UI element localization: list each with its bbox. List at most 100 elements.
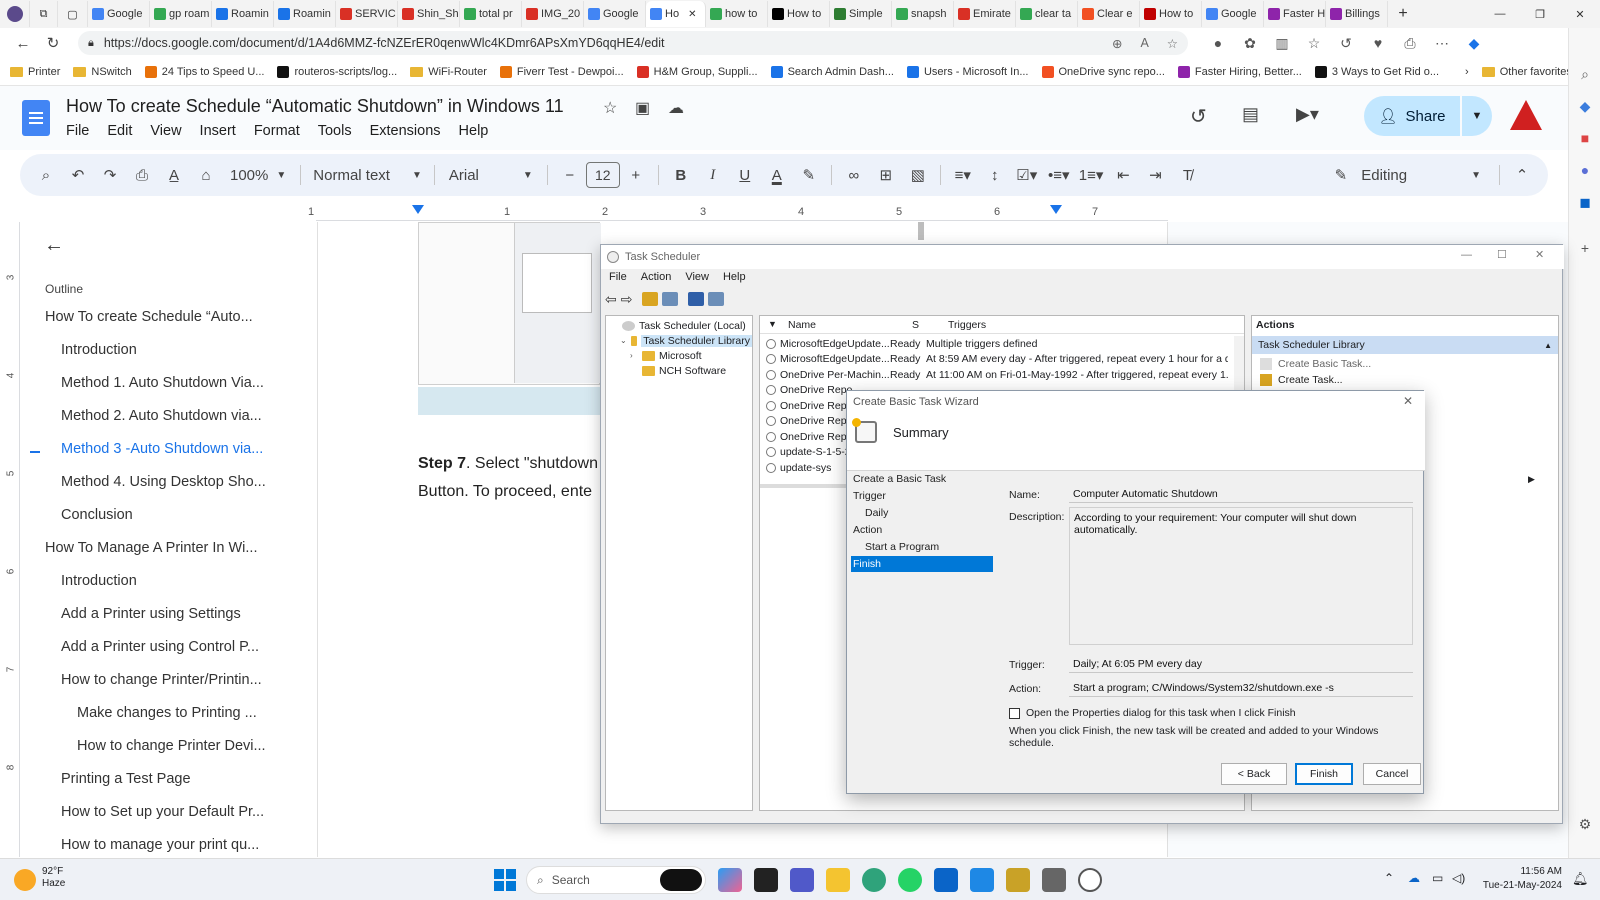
left-indent-marker[interactable] <box>412 205 424 214</box>
bookmark-item[interactable]: H&M Group, Suppli... <box>636 65 758 78</box>
document-title[interactable]: How To create Schedule “Automatic Shutdo… <box>66 96 564 117</box>
history-icon[interactable]: ↺ <box>1330 35 1362 52</box>
name-field[interactable]: Computer Automatic Shutdown <box>1069 485 1413 503</box>
task-row[interactable]: MicrosoftEdgeUpdate... Ready At 8:59 AM ev… <box>766 352 1228 367</box>
remote-desktop-icon[interactable] <box>970 868 994 892</box>
start-icon[interactable] <box>494 869 516 891</box>
outline-item[interactable]: How to change Printer/Printin... <box>61 672 262 688</box>
menu-format[interactable]: Format <box>254 123 300 139</box>
undo-icon[interactable]: ↶ <box>62 159 94 191</box>
folder-up-icon[interactable] <box>642 292 659 306</box>
browser-tab[interactable]: IMG_20 <box>522 1 584 27</box>
file-explorer-icon[interactable] <box>826 868 850 892</box>
expanded-arrow-icon[interactable]: ⌄ <box>620 336 627 345</box>
tag-icon[interactable]: ◆ <box>1569 90 1600 122</box>
browser-essentials-icon[interactable]: ♥ <box>1362 35 1394 51</box>
extensions-puzzle-icon[interactable]: ✿ <box>1234 35 1266 52</box>
task-view-icon[interactable] <box>754 868 778 892</box>
outline-item[interactable]: Method 4. Using Desktop Sho... <box>61 474 266 490</box>
paint-format-icon[interactable]: ⌂ <box>190 159 222 191</box>
read-aloud-icon[interactable]: A <box>1140 36 1148 50</box>
browser-tab[interactable]: Roamin <box>274 1 336 27</box>
description-field[interactable]: According to your requirement: Your comp… <box>1069 507 1413 645</box>
task-row[interactable]: OneDrive Per-Machin... Ready At 11:00 AM o… <box>766 367 1228 382</box>
text-color-icon[interactable]: A <box>761 159 793 191</box>
editing-mode-select[interactable]: ✎ Editing ▼ <box>1323 159 1493 191</box>
browser-tab[interactable]: total pr <box>460 1 522 27</box>
collapsed-arrow-icon[interactable]: › <box>630 351 638 360</box>
browser-tab[interactable]: Google <box>1202 1 1264 27</box>
outline-item[interactable]: How to change Printer Devi... <box>77 738 266 754</box>
italic-icon[interactable]: I <box>697 159 729 191</box>
move-folder-icon[interactable]: ▣ <box>635 98 650 118</box>
meet-icon[interactable]: ▶▾ <box>1296 104 1319 125</box>
browser-tab[interactable]: gp roam <box>150 1 212 27</box>
close-window-icon[interactable]: ✕ <box>1560 1 1600 27</box>
network-icon[interactable]: ▭ <box>1432 871 1443 885</box>
col-name[interactable]: Name <box>788 319 816 331</box>
wizard-step[interactable]: Trigger <box>851 488 886 504</box>
search-icon[interactable]: ⌕ <box>1569 58 1600 90</box>
expand-arrow-icon[interactable]: ▶ <box>1528 474 1535 485</box>
extension-icon[interactable]: ● <box>1202 35 1234 51</box>
forward-arrow-icon[interactable]: ⇨ <box>621 291 633 308</box>
browser-tab[interactable]: Clear e <box>1078 1 1140 27</box>
teams-icon[interactable] <box>790 868 814 892</box>
cloud-status-icon[interactable]: ☁ <box>668 98 684 118</box>
outline-item[interactable]: Conclusion <box>61 507 133 523</box>
favorite-star-icon[interactable]: ☆ <box>1167 36 1178 51</box>
wizard-titlebar[interactable]: Create Basic Task Wizard ✕ <box>847 391 1425 413</box>
share-button[interactable]: 👤︎ Share <box>1364 96 1460 136</box>
wizard-step[interactable]: Finish <box>851 556 993 572</box>
back-icon[interactable]: ← <box>8 35 38 52</box>
step-paragraph[interactable]: Step 7. Select "shutdown Button. To proc… <box>418 450 598 506</box>
other-favorites[interactable]: Other favorites <box>1481 66 1572 78</box>
show-hide-actions-icon[interactable] <box>708 292 725 306</box>
menu-help[interactable]: Help <box>459 123 489 139</box>
tree-node[interactable]: Task Scheduler (Local) <box>606 318 752 333</box>
outline-item[interactable]: How to manage your print qu... <box>61 837 259 853</box>
ts-menu-view[interactable]: View <box>685 271 709 287</box>
minimize-icon[interactable]: — <box>1480 1 1520 27</box>
outline-item[interactable]: Introduction <box>61 342 137 358</box>
add-sidebar-app-icon[interactable]: + <box>1569 232 1600 264</box>
close-outline-icon[interactable]: ← <box>44 234 64 257</box>
browser-tab[interactable]: Faster H <box>1264 1 1326 27</box>
hide-menus-icon[interactable]: ⌃ <box>1506 159 1538 191</box>
browser-tab[interactable]: clear ta <box>1016 1 1078 27</box>
refresh-icon[interactable]: ↻ <box>38 34 68 52</box>
edge-icon[interactable] <box>862 868 886 892</box>
outline-item[interactable]: Printing a Test Page <box>61 771 191 787</box>
task-scheduler-titlebar[interactable]: Task Scheduler — ☐ ✕ <box>601 245 1564 269</box>
wizard-step[interactable]: Create a Basic Task <box>851 471 946 487</box>
lock-icon[interactable]: 🔒︎ <box>88 37 94 50</box>
col-status[interactable]: S <box>912 319 919 331</box>
new-tab-button[interactable]: + <box>1388 1 1418 27</box>
increase-indent-icon[interactable]: ⇥ <box>1139 159 1171 191</box>
action-create-task[interactable]: Create Task... <box>1260 374 1343 386</box>
comments-icon[interactable]: ▤ <box>1242 104 1259 125</box>
menu-extensions[interactable]: Extensions <box>370 123 441 139</box>
workspaces-icon[interactable]: ⧉ <box>30 1 58 27</box>
split-screen-icon[interactable]: ▥ <box>1266 35 1298 52</box>
weather-widget[interactable]: 92°F Haze <box>42 866 65 890</box>
outline-item[interactable]: Method 1. Auto Shutdown Via... <box>61 375 264 391</box>
profile-avatar[interactable] <box>0 1 30 27</box>
restore-icon[interactable]: ❐ <box>1520 1 1560 27</box>
bookmark-item[interactable]: WiFi-Router <box>410 66 487 78</box>
ts-menu-file[interactable]: File <box>609 271 627 287</box>
menu-file[interactable]: File <box>66 123 89 139</box>
toolbox-icon[interactable]: ■ <box>1569 122 1600 154</box>
show-hide-tree-icon[interactable] <box>662 292 679 306</box>
font-size-input[interactable]: 12 <box>585 162 620 188</box>
outline-item[interactable]: Method 3 -Auto Shutdown via... <box>61 441 263 457</box>
address-bar[interactable]: 🔒︎ https://docs.google.com/document/d/1A… <box>78 31 1188 55</box>
menu-insert[interactable]: Insert <box>200 123 236 139</box>
menu-tools[interactable]: Tools <box>318 123 352 139</box>
outlook-icon[interactable] <box>934 868 958 892</box>
help-icon[interactable] <box>688 292 705 306</box>
tree-node[interactable]: NCH Software <box>606 363 752 378</box>
back-arrow-icon[interactable]: ⇦ <box>605 291 617 308</box>
copilot-icon[interactable]: ◆ <box>1458 35 1490 52</box>
bookmarks-overflow-icon[interactable]: › <box>1465 66 1469 78</box>
